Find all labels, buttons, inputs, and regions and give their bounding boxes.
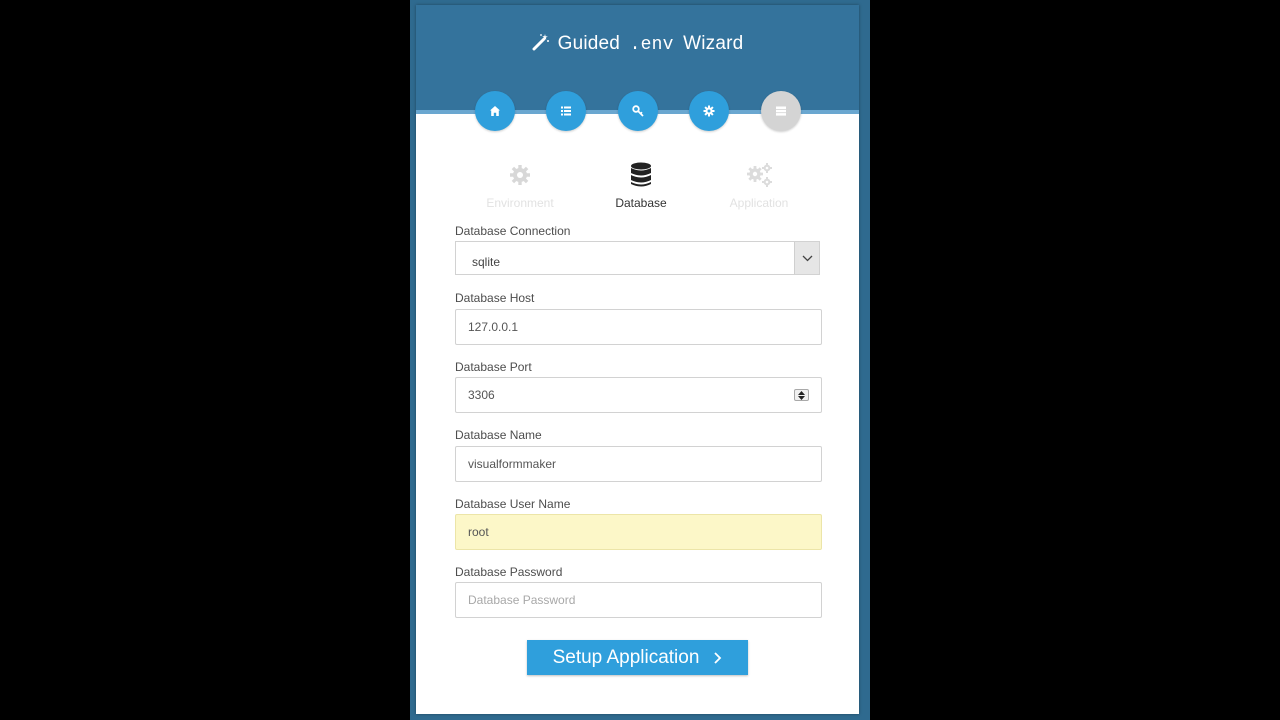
- connection-label: Database Connection: [455, 224, 571, 238]
- gear-icon: [510, 165, 530, 185]
- server-icon: [776, 106, 786, 116]
- magic-wand-icon: [532, 34, 549, 51]
- setup-application-label: Setup Application: [552, 646, 700, 668]
- list-icon: [561, 106, 571, 116]
- step-home[interactable]: [475, 91, 515, 131]
- port-stepper[interactable]: [794, 389, 809, 401]
- tab-environment-label: Environment: [486, 196, 554, 210]
- title-env: .env: [629, 35, 674, 55]
- caret-up-icon: [798, 390, 805, 395]
- password-label: Database Password: [455, 565, 563, 579]
- setup-application-button[interactable]: Setup Application: [527, 640, 748, 675]
- page-title: Guided .env Wizard: [416, 33, 859, 55]
- tab-application[interactable]: Application: [704, 161, 814, 210]
- connection-value: sqlite: [472, 255, 501, 269]
- home-icon: [490, 106, 500, 116]
- caret-down-icon: [798, 395, 805, 400]
- wizard-card: Guided .env Wizard Environment Database …: [416, 5, 859, 714]
- port-value: 3306: [468, 388, 495, 402]
- tab-environment[interactable]: Environment: [465, 161, 575, 210]
- title-suffix: Wizard: [683, 33, 744, 54]
- tab-database[interactable]: Database: [586, 161, 696, 210]
- username-input[interactable]: root: [455, 514, 822, 550]
- username-label: Database User Name: [455, 497, 571, 511]
- name-label: Database Name: [455, 428, 542, 442]
- host-label: Database Host: [455, 291, 535, 305]
- chevron-right-icon: [714, 651, 722, 664]
- step-list[interactable]: [546, 91, 586, 131]
- password-input[interactable]: Database Password: [455, 582, 822, 618]
- port-label: Database Port: [455, 360, 532, 374]
- gear-icon: [703, 105, 715, 117]
- step-key[interactable]: [618, 91, 658, 131]
- connection-select[interactable]: sqlite: [455, 241, 820, 275]
- chevron-down-icon[interactable]: [794, 242, 819, 274]
- port-input[interactable]: 3306: [455, 377, 822, 413]
- gears-icon: [747, 163, 772, 187]
- step-server[interactable]: [761, 91, 801, 131]
- tab-application-label: Application: [729, 196, 789, 210]
- tab-database-label: Database: [615, 196, 667, 210]
- host-input[interactable]: 127.0.0.1: [455, 309, 822, 345]
- title-prefix: Guided: [557, 33, 621, 54]
- key-icon: [632, 105, 644, 117]
- database-icon: [631, 162, 651, 187]
- name-input[interactable]: visualformmaker: [455, 446, 822, 482]
- step-settings[interactable]: [689, 91, 729, 131]
